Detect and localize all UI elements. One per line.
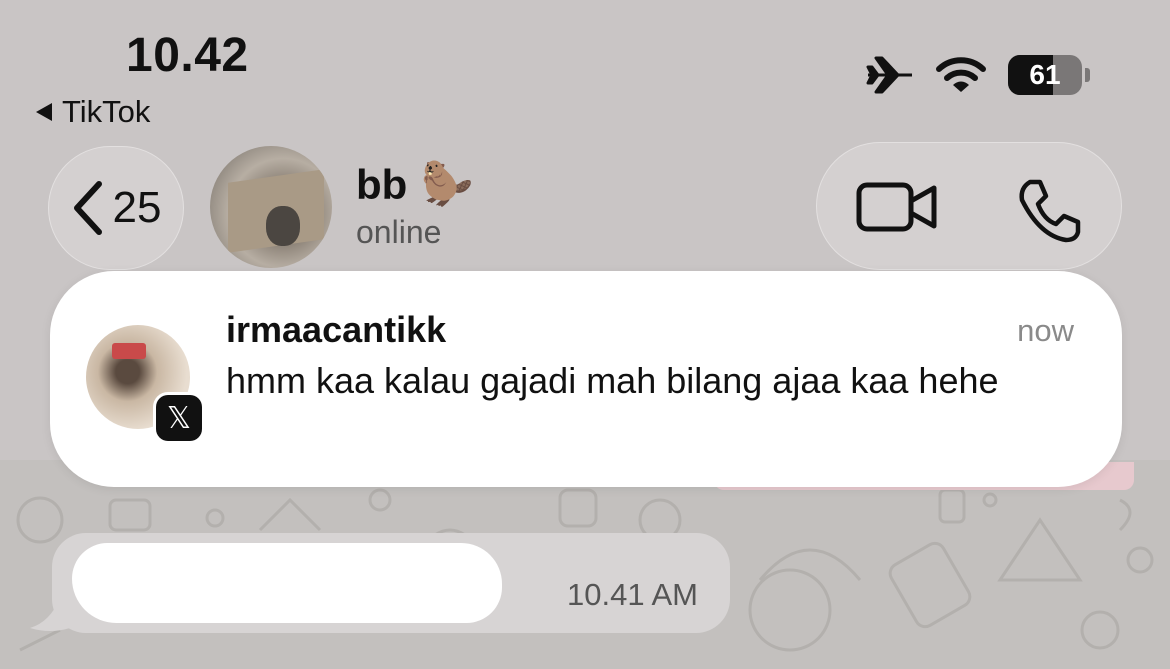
battery-percent: 61: [1029, 59, 1061, 90]
wifi-icon: [936, 57, 986, 92]
notification-time: now: [1017, 313, 1074, 348]
contact-name[interactable]: bb 🦫: [356, 160, 474, 209]
phone-call-icon[interactable]: [1016, 178, 1082, 244]
avatar-cat-shape: [266, 206, 300, 246]
notification-message: hmm kaa kalau gajadi mah bilang ajaa kaa…: [226, 360, 999, 401]
contact-status: online: [356, 214, 442, 250]
battery-terminal: [1085, 68, 1090, 82]
back-button[interactable]: 25: [48, 146, 184, 270]
redacted-message-text: [72, 543, 502, 623]
unread-count: 25: [112, 183, 162, 232]
battery-icon: 61: [1008, 55, 1082, 95]
notification-banner[interactable]: 𝕏 irmaacantikk now hmm kaa kalau gajadi …: [50, 271, 1122, 487]
x-app-icon: 𝕏: [156, 395, 202, 441]
contact-name-text: bb: [356, 160, 408, 208]
status-time: 10.42: [126, 29, 249, 82]
beaver-emoji: 🦫: [421, 160, 474, 207]
avatar-sign-shape: [112, 343, 146, 359]
contact-avatar[interactable]: [210, 146, 332, 268]
back-app-label: TikTok: [62, 94, 151, 129]
airplane-icon: [866, 56, 912, 94]
message-timestamp: 10.41 AM: [567, 577, 698, 612]
back-triangle-icon: [36, 103, 52, 121]
call-actions: [816, 142, 1122, 270]
back-to-app-link[interactable]: TikTok: [36, 94, 150, 130]
status-icons: 61: [866, 55, 1090, 95]
notification-sender: irmaacantikk: [226, 309, 447, 350]
video-call-icon[interactable]: [856, 182, 938, 232]
incoming-message-bubble[interactable]: 10.41 AM: [52, 533, 730, 633]
chevron-left-icon: [73, 181, 102, 235]
